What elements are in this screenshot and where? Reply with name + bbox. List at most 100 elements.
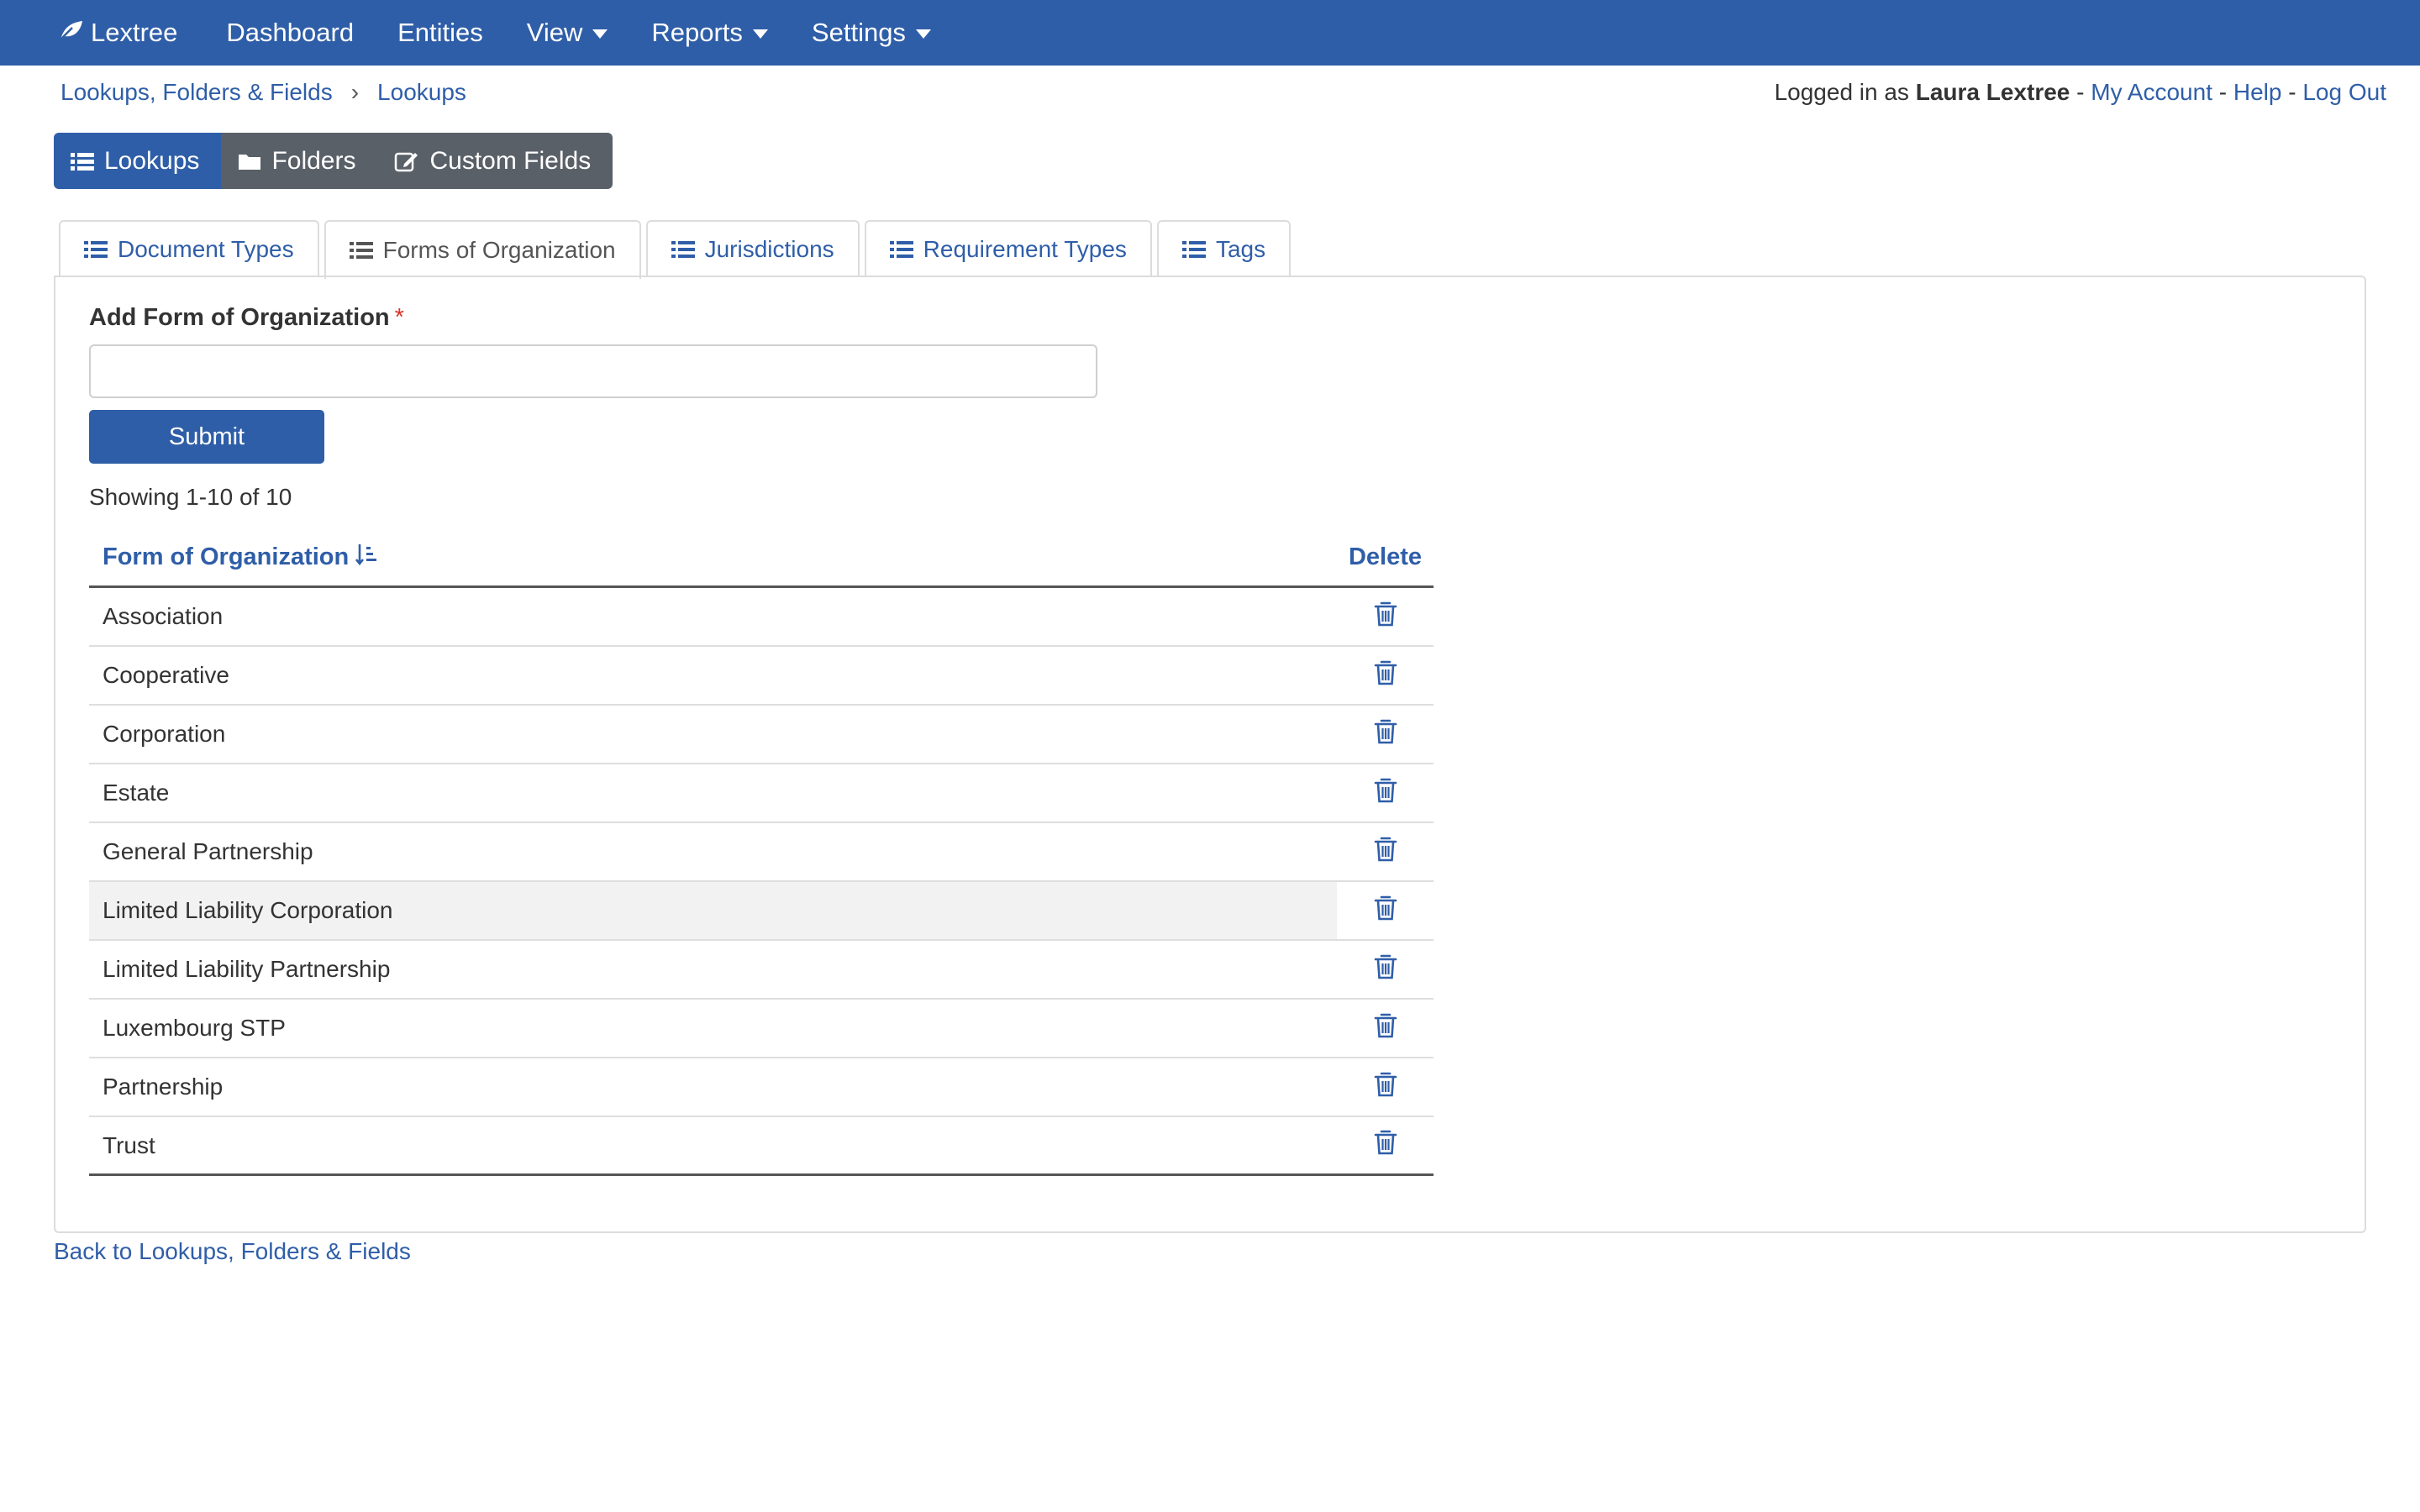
folders-button-label: Folders — [271, 146, 356, 175]
trash-icon — [1374, 1071, 1397, 1104]
brand-link[interactable]: Lextree — [59, 18, 177, 48]
account-sep: - — [2218, 79, 2228, 105]
submit-button[interactable]: Submit — [89, 410, 324, 464]
delete-button[interactable] — [1337, 1129, 1434, 1162]
table-row: Association — [89, 588, 1434, 647]
list-icon — [889, 240, 913, 259]
trash-icon — [1374, 1129, 1397, 1162]
back-link[interactable]: Back to Lookups, Folders & Fields — [54, 1238, 411, 1265]
table-row: Corporation — [89, 706, 1434, 764]
caret-down-icon — [592, 29, 608, 39]
breadcrumb-current-link[interactable]: Lookups — [377, 79, 466, 106]
trash-icon — [1374, 895, 1397, 927]
form-of-organization-cell: Limited Liability Corporation — [89, 882, 1337, 939]
tab-jurisdictions[interactable]: Jurisdictions — [645, 220, 860, 277]
tab-forms-of-organization[interactable]: Forms of Organization — [324, 220, 641, 279]
tab-tags-label: Tags — [1215, 236, 1266, 262]
form-of-organization-cell: Partnership — [103, 1074, 224, 1100]
table-header: Form of Organization Delete — [89, 529, 1434, 588]
help-link[interactable]: Help — [2233, 79, 2282, 105]
delete-button[interactable] — [1337, 777, 1434, 810]
delete-button[interactable] — [1337, 659, 1434, 692]
edit-icon — [394, 150, 419, 172]
breadcrumb: Lookups, Folders & Fields › Lookups — [60, 79, 466, 106]
add-form-of-organization-input[interactable] — [89, 344, 1097, 398]
trash-icon — [1374, 953, 1397, 986]
trash-icon — [1374, 836, 1397, 869]
nav-settings-dropdown[interactable]: Settings — [812, 18, 931, 48]
tab-panel: Add Form of Organization * Submit Showing… — [54, 276, 2366, 1233]
tab-jurisdictions-label: Jurisdictions — [704, 236, 834, 262]
lookups-button[interactable]: Lookups — [54, 133, 222, 189]
table-row: Limited Liability Corporation — [89, 882, 1434, 941]
form-of-organization-cell: Limited Liability Partnership — [103, 956, 391, 982]
add-form-label: Add Form of Organization * — [89, 304, 404, 332]
form-of-organization-cell: General Partnership — [103, 838, 313, 864]
trash-icon — [1374, 659, 1397, 692]
top-navbar: Lextree Dashboard Entities View Reports … — [0, 0, 2420, 66]
table-body: Association Cooperative Corporation Estate G… — [89, 588, 1434, 1176]
my-account-link[interactable]: My Account — [2091, 79, 2212, 105]
table-row: General Partnership — [89, 823, 1434, 882]
form-of-organization-cell: Corporation — [103, 721, 226, 747]
nav-dashboard[interactable]: Dashboard — [226, 18, 354, 48]
tab-requirement-types[interactable]: Requirement Types — [864, 220, 1152, 277]
sort-form-of-organization-header[interactable]: Form of Organization — [89, 543, 1337, 573]
form-of-organization-cell: Association — [103, 603, 224, 629]
table-row: Luxembourg STP — [89, 1000, 1434, 1058]
delete-button[interactable] — [1337, 953, 1434, 986]
tab-requirement-types-label: Requirement Types — [923, 236, 1127, 262]
form-of-organization-cell: Estate — [103, 780, 170, 806]
breadcrumb-separator-icon: › — [350, 79, 360, 105]
account-sep: - — [2288, 79, 2296, 105]
trash-icon — [1374, 1012, 1397, 1045]
required-marker: * — [394, 304, 404, 331]
showing-count: Showing 1-10 of 10 — [89, 484, 292, 510]
leaf-icon — [59, 18, 91, 48]
breadcrumb-parent-link[interactable]: Lookups, Folders & Fields — [60, 79, 333, 106]
folder-icon — [238, 151, 261, 171]
list-icon — [84, 240, 108, 259]
nav-entities[interactable]: Entities — [397, 18, 483, 48]
form-of-organization-cell: Trust — [103, 1131, 155, 1158]
nav-view-dropdown[interactable]: View — [527, 18, 608, 48]
tab-tags[interactable]: Tags — [1156, 220, 1292, 277]
custom-fields-button-label: Custom Fields — [429, 146, 592, 175]
folders-button[interactable]: Folders — [221, 133, 378, 189]
list-icon — [671, 240, 695, 259]
col-delete-label: Delete — [1348, 543, 1423, 570]
forms-table: Form of Organization Delete Association C… — [89, 529, 1434, 1176]
delete-button[interactable] — [1337, 1071, 1434, 1104]
logged-in-prefix: Logged in as — [1774, 79, 1909, 105]
delete-button[interactable] — [1337, 601, 1434, 633]
brand-label: Lextree — [91, 18, 178, 47]
nav-entities-label: Entities — [397, 18, 483, 47]
logged-in-user: Laura Lextree — [1915, 79, 2070, 105]
lookup-tabs: Document Types Forms of Organization Jur… — [59, 220, 1296, 279]
nav-reports-dropdown[interactable]: Reports — [651, 18, 768, 48]
list-icon — [71, 151, 94, 171]
tab-document-types[interactable]: Document Types — [59, 220, 319, 277]
account-bar: Logged in as Laura Lextree - My Account … — [1775, 79, 2386, 106]
caret-down-icon — [915, 29, 931, 39]
lookups-button-label: Lookups — [104, 146, 200, 175]
delete-button[interactable] — [1337, 718, 1434, 751]
account-sep: - — [2076, 79, 2085, 105]
delete-button[interactable] — [1337, 1012, 1434, 1045]
logout-link[interactable]: Log Out — [2302, 79, 2386, 105]
delete-button[interactable] — [1337, 836, 1434, 869]
delete-button[interactable] — [1337, 895, 1434, 927]
trash-icon — [1374, 601, 1397, 633]
tab-document-types-label: Document Types — [118, 236, 294, 262]
table-row: Cooperative — [89, 647, 1434, 706]
form-of-organization-cell: Cooperative — [103, 662, 229, 688]
nav-settings-label: Settings — [811, 18, 906, 47]
sort-ascending-icon — [349, 543, 377, 573]
custom-fields-button[interactable]: Custom Fields — [377, 133, 613, 189]
add-form-label-text: Add Form of Organization — [89, 304, 390, 331]
nav-view-label: View — [526, 18, 583, 47]
section-button-group: Lookups Folders Custom Fields — [54, 133, 613, 189]
list-icon — [349, 241, 373, 260]
table-row: Estate — [89, 764, 1434, 823]
nav-reports-label: Reports — [651, 18, 743, 47]
